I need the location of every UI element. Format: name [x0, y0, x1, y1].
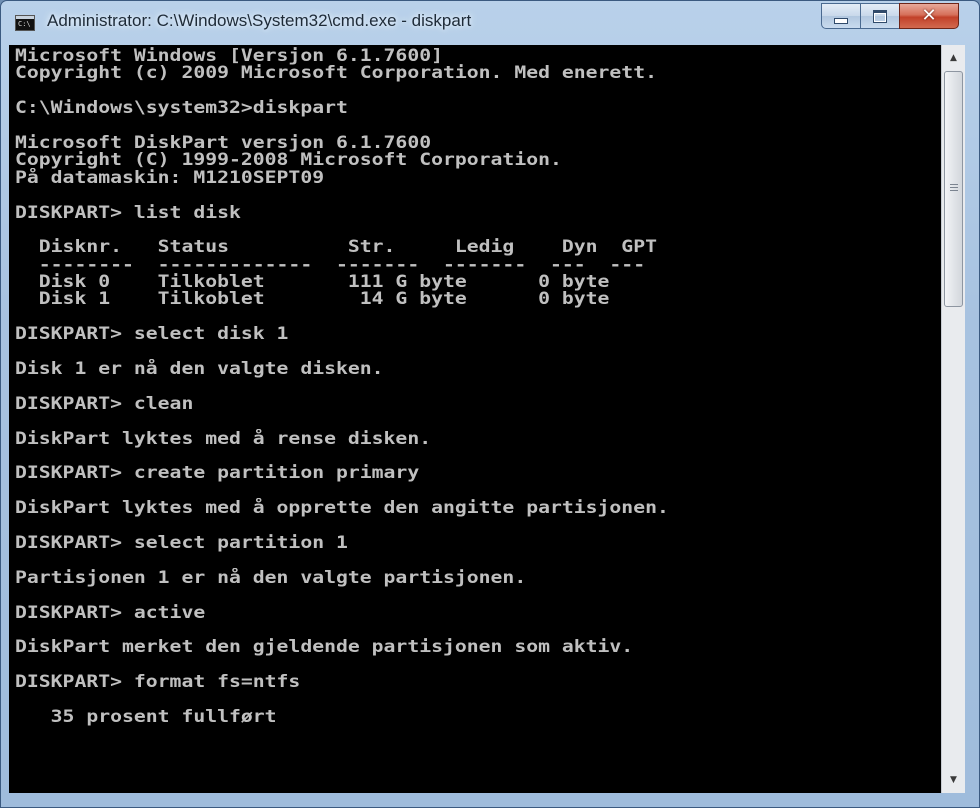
console-line: DISKPART> list disk — [15, 202, 241, 222]
console-line: DISKPART> clean — [15, 393, 194, 413]
minimize-button[interactable] — [821, 3, 861, 29]
maximize-button[interactable] — [860, 3, 900, 29]
minimize-icon — [834, 18, 848, 24]
console-line: På datamaskin: M1210SEPT09 — [15, 167, 325, 187]
title-bar[interactable]: C:\ Administrator: C:\Windows\System32\c… — [1, 1, 979, 45]
scroll-up-arrow-icon[interactable]: ▲ — [943, 47, 964, 69]
window-title: Administrator: C:\Windows\System32\cmd.e… — [47, 11, 472, 30]
console-output[interactable]: Microsoft Windows [Versjon 6.1.7600] Copy… — [9, 45, 941, 793]
scrollbar-thumb[interactable] — [944, 71, 963, 307]
console-line: Disk 0 Tilkoblet 111 G byte 0 byte — [15, 272, 610, 292]
console-line: Disk 1 Tilkoblet 14 G byte 0 byte — [15, 289, 610, 309]
scrollbar-grip-icon — [950, 184, 958, 193]
console-line: C:\Windows\system32>diskpart — [15, 98, 348, 118]
console-line: Copyright (c) 2009 Microsoft Corporation… — [15, 63, 657, 83]
maximize-icon — [873, 9, 887, 23]
scroll-down-arrow-icon[interactable]: ▼ — [943, 769, 964, 791]
cmd-icon[interactable]: C:\ — [15, 15, 35, 31]
vertical-scrollbar[interactable]: ▲ ▼ — [941, 45, 965, 793]
console-lines: Microsoft Windows [Versjon 6.1.7600] Copy… — [15, 47, 669, 726]
console-line: Copyright (C) 1999-2008 Microsoft Corpor… — [15, 150, 562, 170]
console-line: DiskPart merket den gjeldende partisjone… — [15, 637, 634, 657]
close-icon: ✕ — [921, 5, 937, 26]
cmd-window: C:\ Administrator: C:\Windows\System32\c… — [0, 0, 980, 808]
console-line: Microsoft DiskPart versjon 6.1.7600 — [15, 132, 432, 152]
console-line: DiskPart lyktes med å rense disken. — [15, 428, 432, 448]
console-line: DISKPART> active — [15, 602, 206, 622]
console-line: Partisjonen 1 er nå den valgte partisjon… — [15, 567, 527, 587]
close-button[interactable]: ✕ — [899, 3, 959, 29]
console-line: Microsoft Windows [Versjon 6.1.7600] — [15, 46, 443, 65]
console-line: DiskPart lyktes med å opprette den angit… — [15, 498, 669, 518]
console-line: DISKPART> select disk 1 — [15, 324, 289, 344]
console-line: DISKPART> select partition 1 — [15, 532, 348, 552]
console-line: Disk 1 er nå den valgte disken. — [15, 359, 384, 379]
console-line: -------- ------------- ------- ------- -… — [15, 254, 646, 274]
console-line: DISKPART> format fs=ntfs — [15, 672, 301, 692]
cmd-icon-text: C:\ — [18, 20, 31, 28]
console-line: DISKPART> create partition primary — [15, 463, 420, 483]
console-line: 35 prosent fullført — [15, 706, 277, 726]
console-line: Disknr. Status Str. Ledig Dyn GPT — [15, 237, 657, 257]
